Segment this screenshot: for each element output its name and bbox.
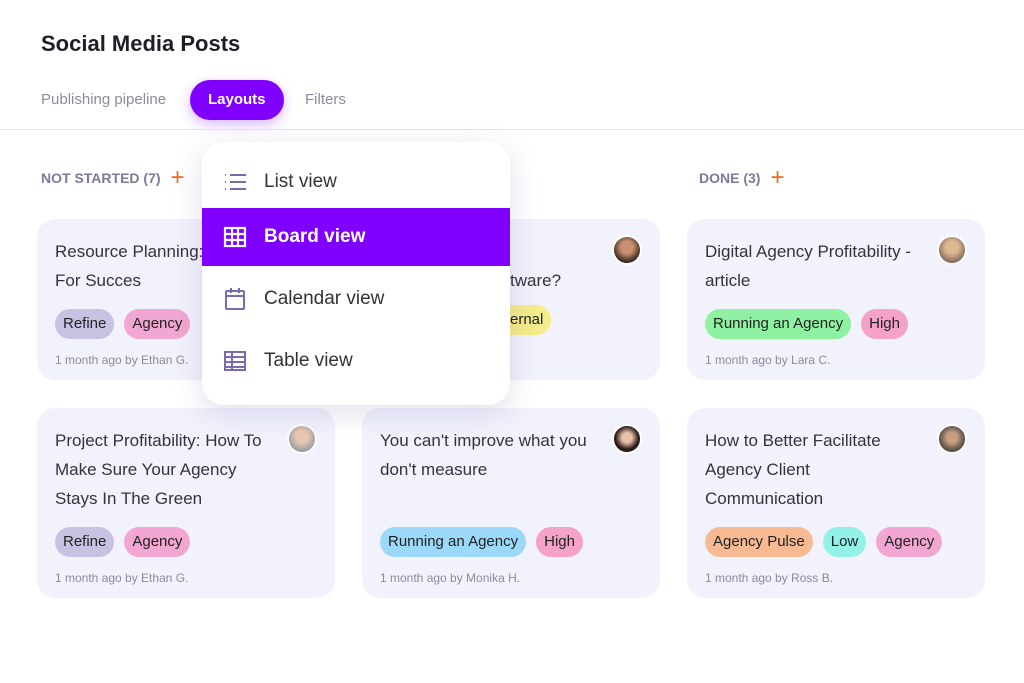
tag: Refine [55,527,115,557]
menu-item-list-view[interactable]: List view [202,142,510,208]
post-card[interactable]: Digital Agency Profitability - article R… [687,219,985,380]
column-header-not-started: NOT STARTED (7) + [41,166,185,190]
table-icon [224,351,246,371]
post-card[interactable]: How to Better Facilitate Agency Client C… [687,408,985,598]
card-title: Project Profitability: How To Make Sure … [55,431,262,508]
card-meta: 1 month ago by Ethan G. [55,571,189,585]
tab-publishing-pipeline[interactable]: Publishing pipeline [41,80,166,120]
menu-item-label: Table view [264,350,353,371]
tag: Running an Agency [705,309,852,339]
tag: Agency [876,527,943,557]
tag: Refine [55,309,115,339]
add-post-button[interactable]: + [770,166,784,190]
add-post-button[interactable]: + [171,166,185,190]
column-header-done: DONE (3) + [699,166,784,190]
avatar [287,424,317,454]
page-title: Social Media Posts [41,31,241,56]
card-meta: 1 month ago by Ross B. [705,571,834,585]
tag: High [861,309,908,339]
tag: Running an Agency [380,527,527,557]
post-card[interactable]: Project Profitability: How To Make Sure … [37,408,335,598]
avatar [612,235,642,265]
grid-icon [223,226,247,248]
card-meta: 1 month ago by Lara C. [705,353,831,367]
divider [0,129,1024,130]
tag: Agency Pulse [705,527,813,557]
menu-item-label: Board view [264,226,366,247]
menu-item-calendar-view[interactable]: Calendar view [202,266,510,332]
menu-item-board-view[interactable]: Board view [202,208,510,266]
card-meta: 1 month ago by Monika H. [380,571,521,585]
avatar [937,235,967,265]
post-card[interactable]: You can't improve what you don't measure… [362,408,660,598]
avatar [937,424,967,454]
menu-item-label: Calendar view [264,288,385,309]
menu-item-label: List view [264,171,337,192]
tab-filters[interactable]: Filters [305,80,346,120]
layouts-dropdown-menu: List view Board view Calendar view Table… [202,142,510,405]
column-label: NOT STARTED (7) [41,170,161,186]
card-title: Digital Agency Profitability - article [705,242,911,290]
card-title: You can't improve what you don't measure [380,431,587,479]
calendar-icon [225,288,245,310]
tag: Low [822,527,867,557]
menu-item-table-view[interactable]: Table view [202,332,510,390]
tag: Agency [124,527,191,557]
list-icon [225,174,246,190]
tab-layouts[interactable]: Layouts [190,80,284,120]
tag: High [536,527,583,557]
card-title: How to Better Facilitate Agency Client C… [705,431,881,508]
avatar [612,424,642,454]
column-label: DONE (3) [699,170,761,186]
tag: Agency [124,309,191,339]
